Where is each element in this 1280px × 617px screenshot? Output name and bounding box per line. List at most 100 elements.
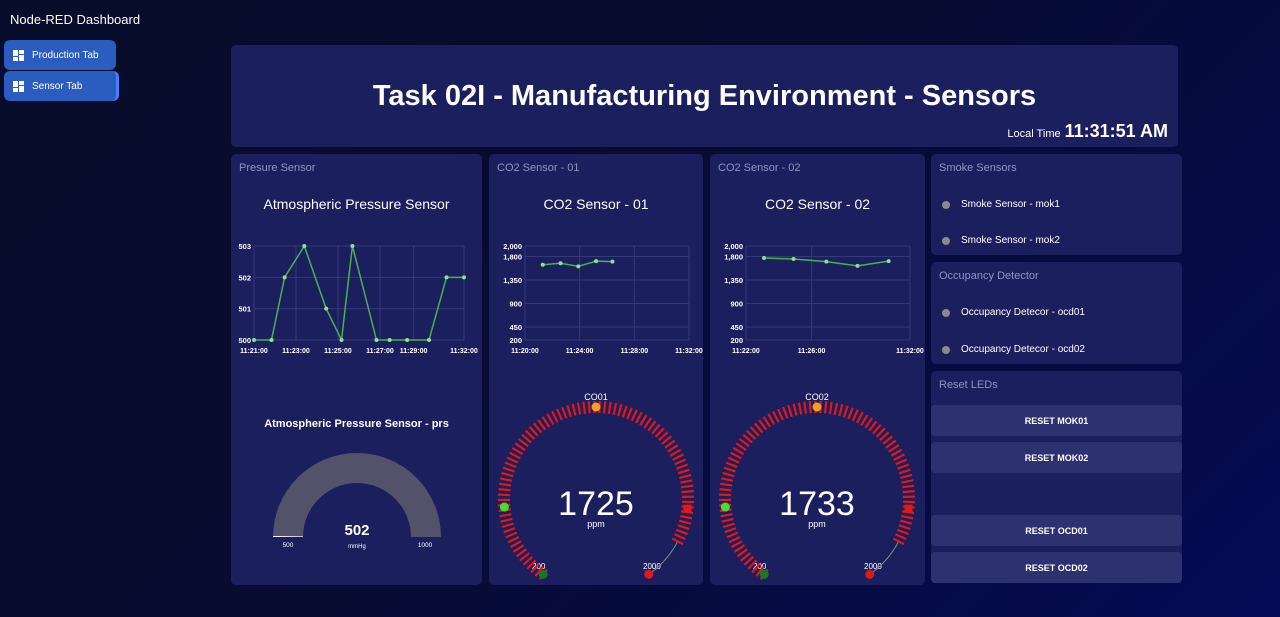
x-tick-label: 11:22:00 bbox=[732, 348, 760, 355]
gauge-tick bbox=[556, 408, 563, 421]
gauge-value: 502 bbox=[344, 522, 369, 539]
data-point bbox=[405, 338, 410, 342]
y-tick-label: 900 bbox=[730, 299, 743, 308]
gauge-tick bbox=[787, 404, 793, 418]
co2-sensor-02-panel: CO2 Sensor - 02 CO2 Sensor - 02 200 450 90… bbox=[710, 154, 925, 585]
y-tick-label: 900 bbox=[509, 299, 522, 308]
gauge-tick bbox=[643, 417, 652, 429]
led-label: Occupancy Detecor - ocd01 bbox=[961, 307, 1085, 318]
gauge-tick bbox=[901, 479, 914, 484]
led-label: Smoke Sensor - mok1 bbox=[961, 199, 1060, 210]
local-time-value: 11:31:51 AM bbox=[1064, 121, 1168, 141]
gauge-unit: ppm bbox=[808, 519, 826, 529]
gauge-low-marker bbox=[720, 502, 730, 512]
gauge-tick bbox=[898, 468, 911, 475]
data-point bbox=[339, 338, 344, 342]
y-tick-label: 1,800 bbox=[503, 252, 522, 261]
gauge-tick bbox=[501, 471, 514, 478]
gauge-tick bbox=[902, 490, 915, 494]
co2-02-gauge: CO02 1733 ppm 200 2000 bbox=[718, 392, 915, 580]
x-tick-label: 11:24:00 bbox=[566, 348, 594, 355]
pressure-gauge: 502 mmHg 500 1000 bbox=[273, 453, 441, 550]
gauge-tick bbox=[621, 405, 628, 418]
gauge-tick bbox=[730, 451, 742, 460]
gauge-tick bbox=[587, 401, 591, 414]
reset-ocd01-button[interactable]: RESET OCD01 bbox=[931, 515, 1182, 546]
gauge-tick bbox=[673, 533, 686, 541]
gauge-tick bbox=[675, 528, 688, 536]
led-label: Occupancy Detecor - ocd02 bbox=[961, 344, 1085, 355]
gauge-tick bbox=[896, 528, 909, 536]
gauge-tick bbox=[499, 513, 512, 518]
gauge-tick bbox=[719, 493, 732, 497]
x-tick-label: 11:32:00 bbox=[896, 348, 924, 355]
gauge-tick bbox=[723, 466, 736, 473]
gauge-tick bbox=[772, 410, 780, 423]
y-tick-label: 501 bbox=[238, 305, 251, 314]
x-tick-label: 11:25:00 bbox=[324, 348, 352, 355]
nav-production-tab[interactable]: Production Tab bbox=[4, 40, 116, 70]
gauge-tick bbox=[890, 448, 903, 457]
y-tick-label: 2,000 bbox=[503, 242, 522, 251]
gauge-tick bbox=[504, 461, 517, 469]
nav-sensor-tab[interactable]: Sensor Tab bbox=[4, 71, 119, 101]
x-tick-label: 11:23:00 bbox=[282, 348, 310, 355]
gauge-tick bbox=[509, 451, 521, 460]
gauge-tick bbox=[892, 537, 905, 546]
gauge-tick bbox=[842, 405, 849, 418]
gauge-tick bbox=[551, 410, 559, 423]
gauge-tick bbox=[823, 401, 828, 414]
gauge-tick bbox=[512, 544, 525, 553]
data-point bbox=[886, 259, 891, 264]
pressure-sensor-panel: Presure Sensor Atmospheric Pressure Sens… bbox=[231, 154, 482, 585]
gauge-tick bbox=[672, 453, 684, 461]
dashboard-icon bbox=[13, 49, 24, 61]
gauge-tick bbox=[635, 411, 643, 424]
gauge-tick bbox=[720, 482, 733, 487]
data-point bbox=[252, 338, 256, 342]
x-tick-label: 11:32:00 bbox=[675, 348, 703, 355]
group-title: CO2 Sensor - 02 bbox=[718, 162, 801, 174]
gauge-min-marker bbox=[538, 569, 548, 579]
reset-mok02-button[interactable]: RESET MOK02 bbox=[931, 442, 1182, 473]
gauge-tick bbox=[777, 408, 784, 421]
gauge-tick bbox=[828, 401, 833, 415]
gauge-tick bbox=[767, 413, 776, 425]
data-point bbox=[350, 244, 355, 248]
gauge-title: CO01 bbox=[584, 392, 608, 402]
gauge-tick bbox=[803, 401, 808, 414]
data-point bbox=[374, 338, 379, 342]
x-tick-label: 11:28:00 bbox=[621, 348, 649, 355]
gauge-tick bbox=[762, 416, 772, 428]
gauge-tick bbox=[571, 403, 577, 416]
gauge-tick bbox=[720, 513, 733, 518]
reset-ocd02-button[interactable]: RESET OCD02 bbox=[931, 552, 1182, 583]
gauge-tick bbox=[511, 447, 524, 456]
gauge-max: 1000 bbox=[418, 542, 433, 549]
gauge-tick bbox=[681, 484, 694, 489]
data-point bbox=[762, 256, 767, 261]
gauge-tick bbox=[728, 535, 741, 544]
gauge-tick bbox=[674, 458, 687, 466]
co2-01-gauge: CO01 1725 ppm 200 2000 bbox=[497, 392, 694, 580]
gauge-tick bbox=[566, 404, 572, 418]
y-tick-label: 200 bbox=[509, 336, 522, 345]
data-point bbox=[594, 259, 599, 264]
x-tick-label: 11:21:00 bbox=[240, 348, 268, 355]
x-tick-label: 11:29:00 bbox=[400, 348, 428, 355]
y-tick-label: 500 bbox=[238, 336, 251, 345]
led-indicator bbox=[942, 200, 950, 209]
gauge-tick bbox=[505, 531, 518, 539]
chart-title: Atmospheric Pressure Sensor bbox=[263, 196, 450, 212]
gauge-mid-marker bbox=[812, 402, 822, 412]
reset-mok01-button[interactable]: RESET MOK01 bbox=[931, 405, 1182, 436]
gauge-value: 1725 bbox=[558, 485, 634, 523]
group-title: Smoke Sensors bbox=[939, 162, 1017, 174]
gauge-tick bbox=[630, 409, 638, 422]
gauge-tick bbox=[502, 466, 515, 473]
gauge-tick bbox=[510, 540, 522, 549]
gauge-tick bbox=[669, 448, 682, 457]
local-time-label: Local Time bbox=[1007, 128, 1061, 140]
gauge-tick bbox=[681, 490, 694, 494]
gauge-tick bbox=[899, 519, 913, 525]
